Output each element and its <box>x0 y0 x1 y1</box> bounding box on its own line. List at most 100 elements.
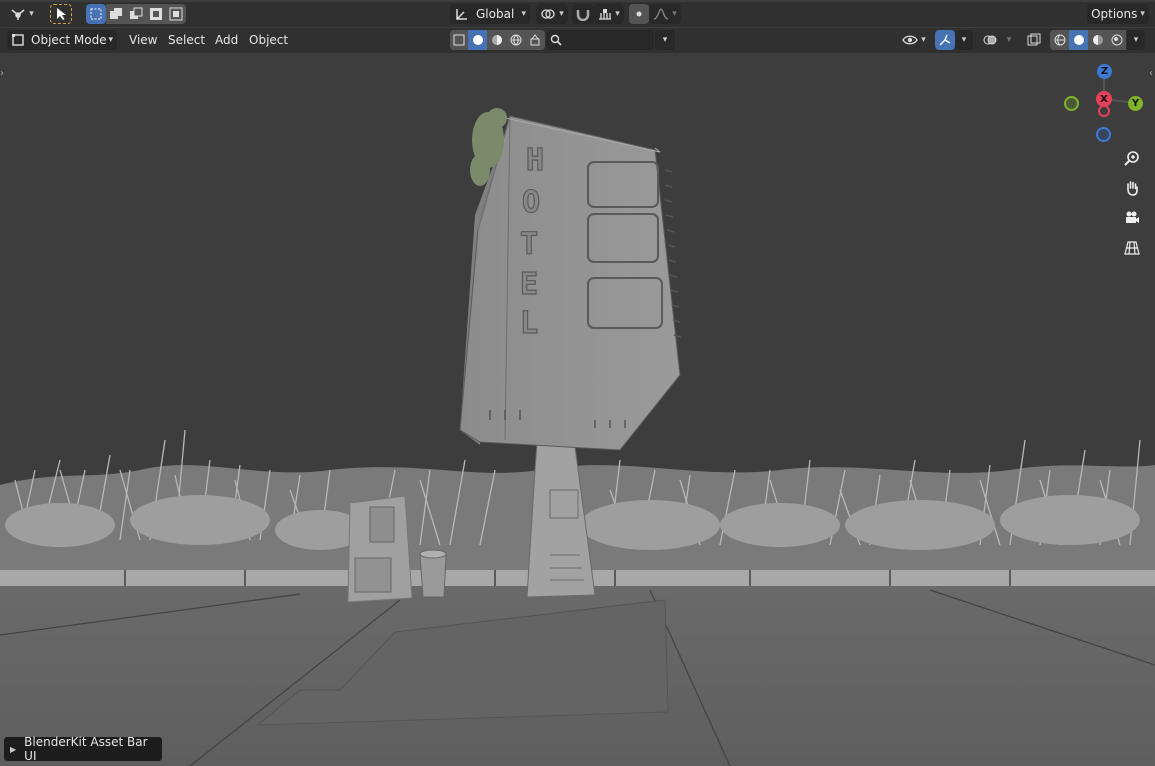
gizmo-y-label: Y <box>1131 98 1140 109</box>
letter-l: L <box>520 306 538 341</box>
chevron-down-icon: ▾ <box>108 35 113 45</box>
xray-toggle[interactable] <box>1024 30 1044 50</box>
filter-world-button[interactable] <box>506 30 525 50</box>
select-mode-extend-button[interactable] <box>106 4 126 24</box>
snap-target-dropdown[interactable]: ▾ <box>594 4 624 24</box>
options-label: Options <box>1091 7 1138 21</box>
select-tool-button[interactable] <box>50 4 72 24</box>
select-new-icon <box>90 8 102 20</box>
expand-triangle-icon: ▶ <box>10 744 17 754</box>
solid-sphere-icon <box>1073 35 1084 45</box>
shading-dropdown[interactable]: ▾ <box>1127 30 1145 50</box>
gizmo-x-label: X <box>1100 93 1108 105</box>
filter-all-button[interactable] <box>450 30 468 50</box>
object-mode-icon <box>12 34 24 46</box>
blenderkit-asset-bar-panel[interactable]: ▶ BlenderKit Asset Bar UI <box>4 735 162 763</box>
scene-render: H O T E L <box>0 108 1155 766</box>
menu-view[interactable]: View <box>123 30 163 50</box>
menu-select[interactable]: Select <box>162 30 211 50</box>
letter-h: H <box>526 143 544 178</box>
select-mode-intersect-button[interactable] <box>166 4 186 24</box>
chevron-down-icon: ▾ <box>662 35 668 45</box>
overlays-toggle[interactable] <box>980 30 1000 50</box>
select-invert-icon <box>150 8 162 20</box>
select-mode-new-button[interactable] <box>86 4 106 24</box>
options-dropdown[interactable]: Options ▾ <box>1087 4 1149 24</box>
camera-view-button[interactable] <box>1119 205 1145 231</box>
falloff-curve-icon <box>654 8 669 20</box>
eye-icon <box>902 35 918 45</box>
gizmo-neg-x-axis[interactable] <box>1098 105 1110 117</box>
shading-rendered-button[interactable] <box>1107 30 1126 50</box>
hand-icon <box>1127 181 1138 196</box>
gizmo-z-label: Z <box>1100 66 1109 77</box>
filter-solid-button[interactable] <box>468 30 487 50</box>
letter-e: E <box>520 267 538 302</box>
zoom-button[interactable] <box>1119 145 1145 171</box>
grid-perspective-icon <box>1124 241 1140 255</box>
search-icon <box>550 34 562 46</box>
navigation-gizmo[interactable]: Z X Y <box>1060 63 1150 143</box>
gizmo-neg-z-axis[interactable] <box>1096 127 1111 142</box>
chevron-down-icon: ▾ <box>521 9 526 19</box>
shading-wireframe-button[interactable] <box>1050 30 1069 50</box>
gizmo-dropdown[interactable]: ▾ <box>955 30 973 50</box>
pivot-point-dropdown[interactable]: ▾ <box>536 4 568 24</box>
viewport-header-menus: Object Mode ▾ View Select Add Object ▾ ▾… <box>0 28 1155 53</box>
overlays-dropdown[interactable]: ▾ <box>1000 30 1018 50</box>
menu-object[interactable]: Object <box>243 30 294 50</box>
gizmo-y-axis[interactable]: Y <box>1128 96 1143 111</box>
mode-label: Object Mode <box>31 33 107 47</box>
gizmo-toggle[interactable] <box>935 30 955 50</box>
chevron-down-icon: ▾ <box>961 35 967 45</box>
select-mode-subtract-button[interactable] <box>126 4 146 24</box>
wireframe-sphere-icon <box>1054 34 1065 46</box>
gizmo-icon <box>939 34 951 46</box>
chevron-down-icon: ▾ <box>1133 35 1139 45</box>
snap-toggle[interactable] <box>572 4 594 24</box>
proportional-edit-toggle[interactable] <box>629 4 649 24</box>
filter-dropdown[interactable]: ▾ <box>655 30 675 50</box>
chevron-down-icon: ▾ <box>559 9 564 19</box>
shading-material-button[interactable] <box>1088 30 1107 50</box>
menu-add[interactable]: Add <box>209 30 244 50</box>
visibility-dropdown[interactable]: ▾ <box>898 30 930 50</box>
perspective-toggle-button[interactable] <box>1119 235 1145 261</box>
3d-viewport[interactable]: H O T E L › ‹ Z X Y <box>0 53 1155 766</box>
shading-solid-button[interactable] <box>1069 30 1088 50</box>
search-input[interactable] <box>546 30 654 50</box>
falloff-dropdown[interactable]: ▾ <box>649 4 681 24</box>
chevron-down-icon: ▾ <box>921 35 926 45</box>
filter-material-button[interactable] <box>487 30 506 50</box>
chevron-down-icon: ▾ <box>615 9 620 19</box>
material-sphere-icon <box>1092 35 1103 45</box>
filter-scene-button[interactable] <box>525 30 545 50</box>
xray-icon <box>1027 33 1041 46</box>
chevron-down-icon: ▾ <box>29 9 34 19</box>
square-icon <box>453 34 465 46</box>
orientation-label: Global <box>476 7 515 21</box>
gizmo-z-axis[interactable]: Z <box>1097 64 1112 79</box>
chevron-down-icon: ▾ <box>672 9 677 19</box>
viewport-editor-icon <box>11 9 25 20</box>
gizmo-neg-y-axis[interactable] <box>1064 96 1079 111</box>
viewport-header-top: ▾ Global ▾ ▾ ▾ ▾ Options ▾ <box>0 2 1155 27</box>
pan-button[interactable] <box>1119 175 1145 201</box>
letter-o: O <box>522 185 540 220</box>
select-extend-icon <box>110 8 122 19</box>
camera-icon <box>1126 211 1139 223</box>
proportional-edit-icon <box>636 11 642 17</box>
editor-type-button[interactable]: ▾ <box>5 4 39 24</box>
magnet-icon <box>576 10 590 21</box>
cursor-icon <box>57 8 66 20</box>
select-mode-invert-button[interactable] <box>146 4 166 24</box>
toolbar-expand-arrow-icon[interactable]: › <box>0 68 4 79</box>
trash-can <box>419 549 447 598</box>
mode-dropdown[interactable]: Object Mode ▾ <box>7 30 117 50</box>
hotel-sign: H O T E L <box>459 108 682 451</box>
zoom-in-icon <box>1124 151 1139 166</box>
pivot-icon <box>541 9 555 19</box>
chevron-down-icon: ▾ <box>1140 9 1145 19</box>
rendered-sphere-icon <box>1111 34 1122 46</box>
transform-orientation-dropdown[interactable]: Global ▾ <box>450 4 530 24</box>
